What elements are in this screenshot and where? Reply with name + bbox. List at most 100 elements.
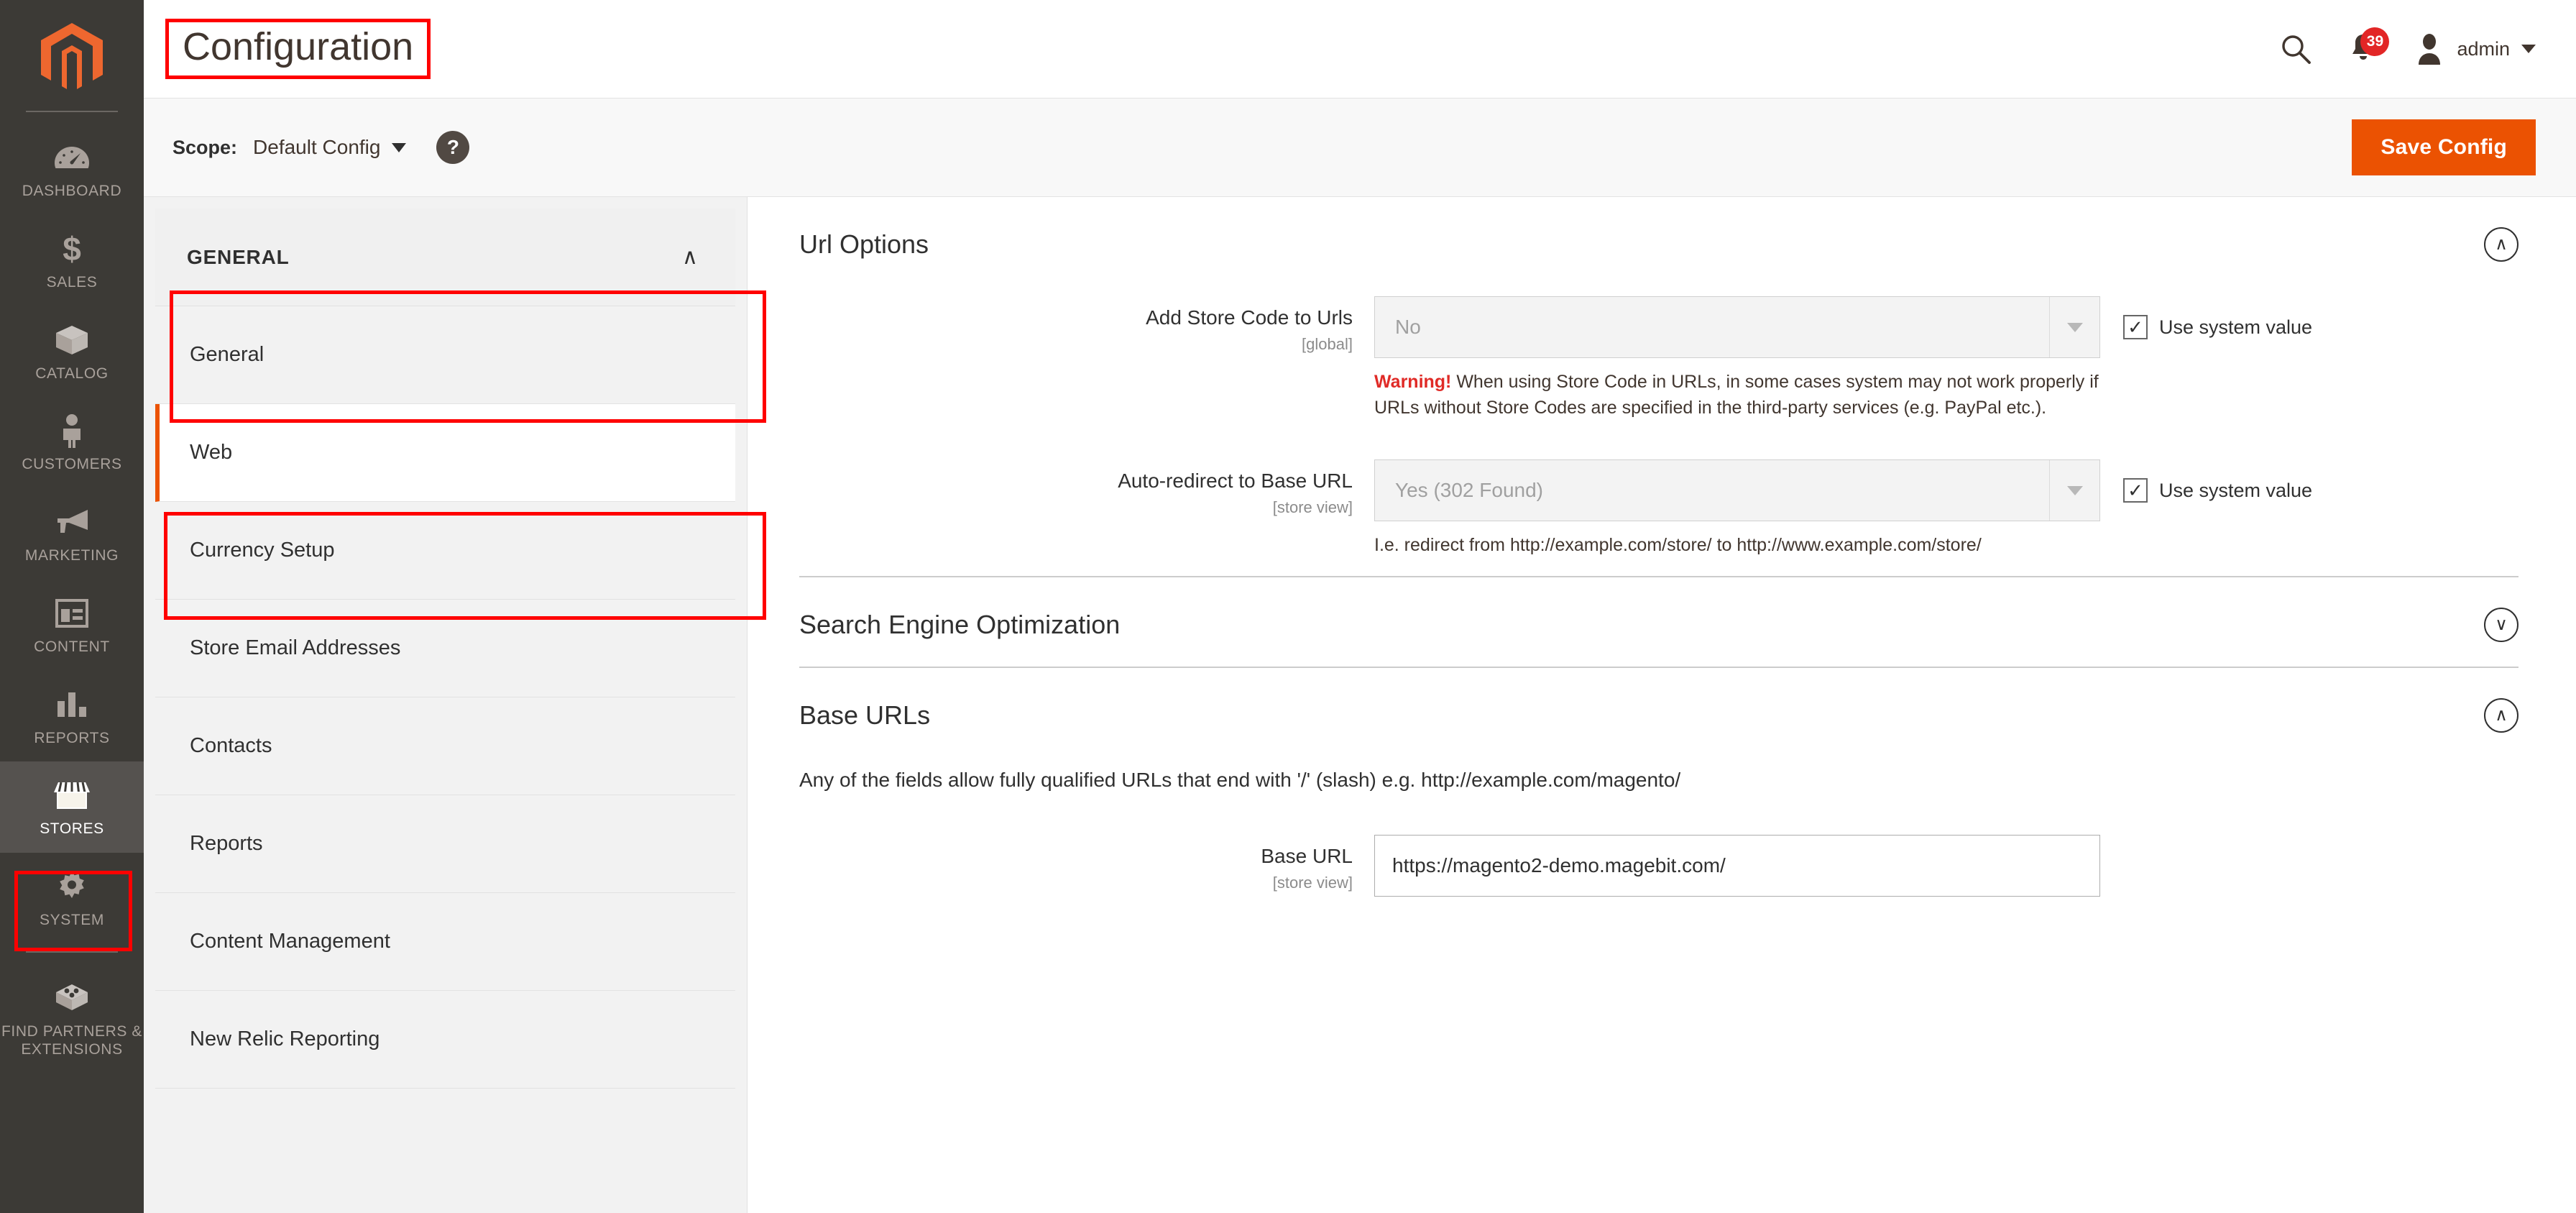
checkbox-check-icon: ✓	[2123, 478, 2148, 503]
section-title: Base URLs	[799, 700, 931, 730]
base-urls-intro-text: Any of the fields allow fully qualified …	[799, 768, 1681, 791]
scope-label: Scope:	[172, 136, 238, 158]
sidebar-item-label: FIND PARTNERS & EXTENSIONS	[1, 1022, 143, 1058]
scope-controls: Scope: Default Config ?	[172, 131, 470, 164]
sidebar-item-content[interactable]: CONTENT	[0, 580, 144, 671]
sidebar-item-label: STORES	[40, 820, 104, 838]
chevron-down-icon	[392, 142, 407, 152]
layout-icon	[52, 595, 91, 631]
warning-text: When using Store Code in URLs, in some c…	[1374, 372, 2099, 418]
sidebar-item-label: SALES	[46, 273, 98, 290]
warning-label: Warning!	[1374, 372, 1452, 392]
nav-item-new-relic-reporting[interactable]: New Relic Reporting	[155, 991, 735, 1089]
sidebar-item-marketing[interactable]: MARKETING	[0, 488, 144, 580]
storefront-icon	[52, 777, 91, 813]
field-base-url: Base URL [store view]	[799, 825, 2518, 897]
field-label-wrapper: Base URL [store view]	[799, 835, 1374, 892]
field-label-wrapper: Auto-redirect to Base URL [store view]	[799, 459, 1374, 517]
search-button[interactable]	[2278, 32, 2313, 66]
field-warning-note: Warning! When using Store Code in URLs, …	[1374, 358, 2100, 421]
field-scope-label: [global]	[1302, 335, 1353, 354]
save-config-button[interactable]: Save Config	[2352, 119, 2536, 175]
scope-help-button[interactable]: ?	[436, 131, 470, 164]
sidebar-item-customers[interactable]: CUSTOMERS	[0, 397, 144, 488]
select-value: No	[1395, 316, 1421, 338]
chevron-down-icon	[2066, 485, 2083, 495]
field-add-store-code-to-urls: Add Store Code to Urls [global] No ✓ Use…	[799, 286, 2518, 421]
checkbox-check-icon: ✓	[2123, 315, 2148, 339]
field-spacer	[799, 421, 2518, 449]
person-icon	[52, 413, 91, 449]
sidebar-divider-bottom	[26, 951, 118, 953]
gauge-icon	[52, 139, 91, 175]
sidebar-item-catalog[interactable]: CATALOG	[0, 306, 144, 398]
field-control-line: Yes (302 Found) ✓ Use system value	[1374, 459, 2312, 521]
sidebar-item-reports[interactable]: REPORTS	[0, 671, 144, 762]
nav-item-web[interactable]: Web	[155, 404, 735, 502]
notifications-button[interactable]: 39	[2345, 27, 2390, 69]
sidebar-item-sales[interactable]: $ SALES	[0, 215, 144, 306]
add-store-code-select[interactable]: No	[1374, 296, 2100, 358]
checkbox-label: Use system value	[2159, 316, 2313, 338]
nav-section-general[interactable]: GENERAL ∧	[155, 209, 735, 306]
select-arrow-cell	[2049, 297, 2099, 357]
nav-item-content-management[interactable]: Content Management	[155, 893, 735, 991]
notification-count-badge: 39	[2360, 27, 2390, 56]
use-system-value-checkbox-auto-redirect[interactable]: ✓ Use system value	[2123, 478, 2312, 503]
nav-item-reports[interactable]: Reports	[155, 795, 735, 893]
sidebar-item-label: MARKETING	[24, 547, 119, 564]
nav-item-label: Currency Setup	[190, 539, 335, 562]
chevron-down-icon	[2521, 45, 2536, 53]
nav-item-general[interactable]: General	[155, 306, 735, 404]
magento-logo[interactable]	[0, 10, 144, 111]
sidebar-item-stores[interactable]: STORES	[0, 761, 144, 853]
chevron-up-icon: ∧	[682, 244, 698, 269]
nav-item-label: Contacts	[190, 734, 272, 757]
sidebar-item-dashboard[interactable]: DASHBOARD	[0, 124, 144, 215]
section-header-search-engine-optimization[interactable]: Search Engine Optimization ∨	[799, 577, 2518, 667]
scope-bar: Scope: Default Config ? Save Config	[144, 98, 2576, 197]
field-label: Base URL	[1261, 844, 1353, 867]
select-arrow-cell	[2049, 460, 2099, 521]
section-header-url-options[interactable]: Url Options ∧	[799, 197, 2518, 286]
nav-item-contacts[interactable]: Contacts	[155, 697, 735, 795]
nav-item-currency-setup[interactable]: Currency Setup	[155, 502, 735, 600]
megaphone-icon	[52, 504, 91, 540]
field-scope-label: [store view]	[1272, 498, 1353, 517]
sidebar-item-system[interactable]: SYSTEM	[0, 853, 144, 944]
nav-item-store-email-addresses[interactable]: Store Email Addresses	[155, 600, 735, 697]
user-avatar-icon	[2419, 34, 2441, 65]
configuration-nav-list: GENERAL ∧ General Web Currency Setup Sto…	[144, 209, 747, 1089]
admin-app-root: DASHBOARD $ SALES CATALOG CUSTOMERS MARK…	[0, 0, 2576, 1213]
bar-chart-icon	[52, 687, 91, 723]
field-hint-note: I.e. redirect from http://example.com/st…	[1374, 521, 2100, 559]
auto-redirect-select[interactable]: Yes (302 Found)	[1374, 459, 2100, 521]
field-label: Auto-redirect to Base URL	[1118, 470, 1353, 492]
field-control-wrapper	[1374, 834, 2100, 897]
chevron-up-circle-icon: ∧	[2484, 697, 2518, 733]
base-url-input[interactable]	[1374, 834, 2100, 897]
nav-item-label: Reports	[190, 832, 263, 855]
chevron-down-circle-icon: ∨	[2484, 607, 2518, 642]
field-auto-redirect-to-base-url: Auto-redirect to Base URL [store view] Y…	[799, 449, 2518, 559]
scope-switcher[interactable]: Default Config	[253, 136, 407, 159]
configuration-nav: GENERAL ∧ General Web Currency Setup Sto…	[144, 197, 748, 1213]
nav-item-label: New Relic Reporting	[190, 1027, 380, 1050]
field-label-wrapper: Add Store Code to Urls [global]	[799, 296, 1374, 354]
section-header-base-urls[interactable]: Base URLs ∧	[799, 668, 2518, 757]
svg-text:$: $	[63, 232, 81, 266]
field-control-wrapper: Yes (302 Found) ✓ Use system value I.e. …	[1374, 459, 2312, 559]
sidebar-item-label: CATALOG	[35, 365, 109, 382]
sidebar-item-label: SYSTEM	[40, 912, 104, 929]
use-system-value-checkbox-add-store-code[interactable]: ✓ Use system value	[2123, 315, 2312, 339]
field-scope-label: [store view]	[1272, 873, 1353, 892]
page-title-wrapper: Configuration	[165, 19, 431, 79]
user-menu[interactable]: admin	[2414, 32, 2536, 65]
section-title: Search Engine Optimization	[799, 609, 1121, 639]
select-value: Yes (302 Found)	[1395, 479, 1543, 501]
sidebar-item-find-partners-extensions[interactable]: FIND PARTNERS & EXTENSIONS	[0, 964, 144, 1078]
checkbox-label: Use system value	[2159, 479, 2313, 501]
nav-item-label: Store Email Addresses	[190, 636, 401, 659]
nav-item-label: General	[190, 343, 264, 366]
